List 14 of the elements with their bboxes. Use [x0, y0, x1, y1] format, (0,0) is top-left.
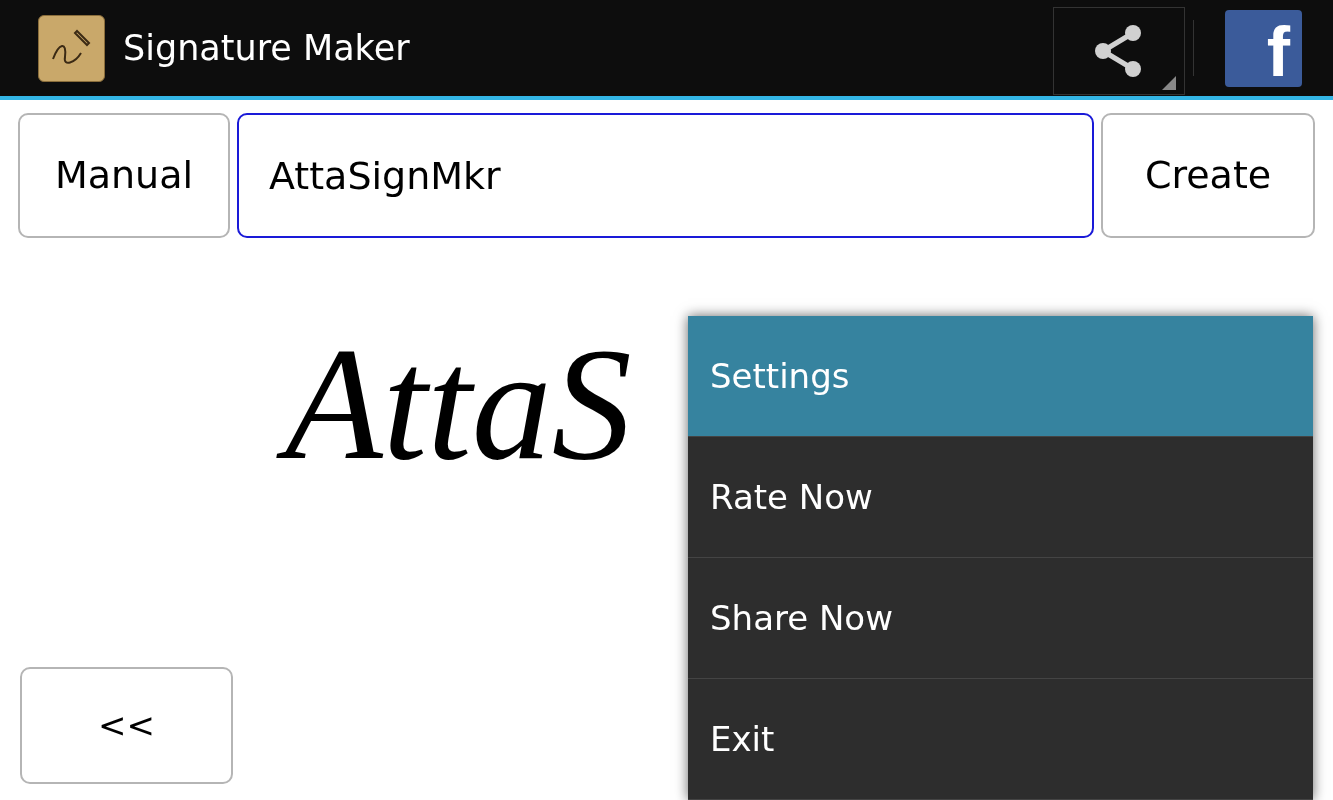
back-button[interactable]: <<	[20, 667, 233, 784]
signature-text: AttaS	[265, 290, 652, 518]
manual-button[interactable]: Manual	[18, 113, 230, 238]
facebook-button[interactable]: f	[1225, 9, 1302, 87]
app-title: Signature Maker	[123, 26, 410, 70]
name-input-field[interactable]: AttaSignMkr	[236, 113, 1095, 238]
corner-triangle-icon	[1162, 76, 1176, 90]
create-button[interactable]: Create	[1101, 113, 1315, 238]
menu-item[interactable]: Settings	[688, 316, 1313, 437]
app-logo-icon[interactable]	[38, 14, 105, 82]
menu-item[interactable]: Share Now	[688, 558, 1313, 679]
menu-item[interactable]: Rate Now	[688, 437, 1313, 558]
share-button[interactable]	[1053, 7, 1185, 95]
menu-item[interactable]: Exit	[688, 679, 1313, 800]
